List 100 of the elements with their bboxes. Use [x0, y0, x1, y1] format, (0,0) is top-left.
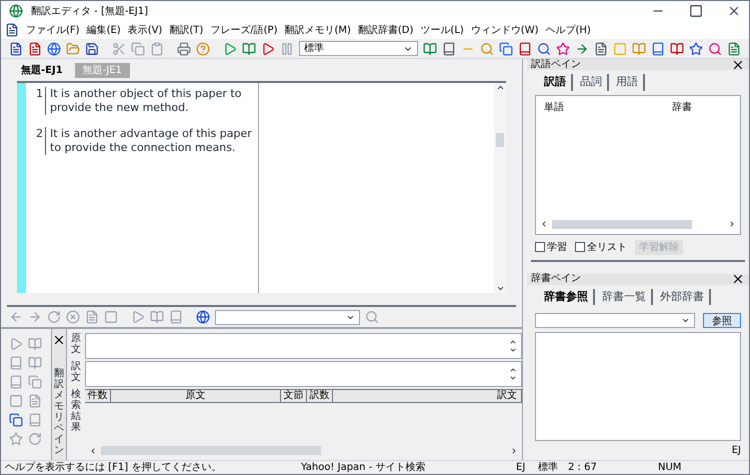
toolbar-icon[interactable] — [499, 42, 513, 56]
field-label: 原文 — [71, 333, 81, 357]
chevron-up-icon[interactable] — [509, 366, 517, 374]
column-header[interactable]: 訳文 — [333, 390, 522, 402]
book-icon[interactable] — [169, 310, 183, 324]
paste-icon[interactable] — [150, 42, 164, 56]
toolbar-icon[interactable] — [689, 42, 703, 56]
chevron-down-icon[interactable] — [509, 374, 517, 382]
app-globe-icon[interactable] — [9, 4, 23, 18]
checkbox[interactable] — [535, 242, 545, 252]
chevron-down-icon[interactable] — [509, 346, 517, 354]
stop-icon[interactable] — [66, 310, 80, 324]
column-header[interactable]: 訳数 — [307, 390, 333, 402]
chevron-right-icon[interactable] — [510, 446, 518, 454]
save-icon[interactable] — [85, 42, 99, 56]
column-header[interactable]: 辞書 — [672, 100, 692, 114]
refresh-icon[interactable] — [47, 310, 61, 324]
toolbar-icon[interactable] — [442, 42, 456, 56]
scrollbar-thumb[interactable] — [496, 133, 504, 147]
toolbar-icon[interactable] — [423, 42, 437, 56]
maximize-icon[interactable] — [689, 4, 703, 18]
menu-item[interactable]: 翻訳(T) — [169, 22, 204, 38]
help-icon[interactable] — [196, 42, 210, 56]
menu-item[interactable]: 表示(V) — [128, 22, 162, 38]
cut-icon[interactable] — [112, 42, 126, 56]
pane-title: 辞書ペイン — [531, 274, 581, 284]
search-icon[interactable] — [365, 310, 379, 324]
pane-tab[interactable]: 品詞 — [575, 74, 609, 90]
lookup-field[interactable] — [535, 313, 695, 328]
forward-icon[interactable] — [28, 310, 42, 324]
toolbar-icon[interactable] — [651, 42, 665, 56]
toolbar-icon[interactable] — [575, 42, 589, 56]
vertical-scrollbar[interactable] — [494, 83, 506, 293]
style-select[interactable]: 標準 — [299, 41, 418, 56]
chevron-down-icon[interactable] — [681, 316, 690, 325]
close-icon[interactable] — [727, 4, 741, 18]
pane-tab[interactable]: 辞書参照 — [539, 288, 595, 305]
checkbox[interactable] — [575, 242, 585, 252]
pane-title: 翻訳メモリペイン — [54, 368, 64, 456]
print-icon[interactable] — [177, 42, 191, 56]
open-icon[interactable] — [66, 42, 80, 56]
book-icon[interactable] — [242, 42, 256, 56]
chevron-left-icon[interactable] — [540, 220, 548, 228]
chevron-down-icon[interactable] — [496, 284, 504, 293]
toolbar-icon[interactable] — [727, 42, 741, 56]
toolbar-icon[interactable] — [708, 42, 722, 56]
pause-icon[interactable] — [280, 42, 294, 56]
toolbar-icon[interactable] — [537, 42, 551, 56]
back-icon[interactable] — [9, 310, 23, 324]
status-help: ヘルプを表示するには [F1] を押してください。 — [4, 462, 222, 474]
close-icon[interactable] — [52, 333, 66, 347]
scrollbar-thumb[interactable] — [552, 220, 692, 228]
url-field[interactable] — [215, 310, 360, 324]
menu-item[interactable]: フレーズ/語(P) — [210, 22, 278, 38]
menu-item[interactable]: 編集(E) — [86, 22, 121, 38]
document-tab[interactable]: 無題-EJ1 — [13, 62, 71, 78]
chevron-right-icon[interactable] — [728, 220, 736, 228]
copy-icon[interactable] — [131, 42, 145, 56]
column-header[interactable]: 原文 — [111, 390, 281, 402]
menu-item[interactable]: ツール(L) — [420, 22, 464, 38]
menu-item[interactable]: ヘルプ(H) — [546, 22, 591, 38]
pane-tab[interactable]: 外部辞書 — [655, 288, 711, 305]
close-icon[interactable] — [731, 272, 745, 286]
column-header[interactable]: 文節 — [281, 390, 307, 402]
scrollbar-thumb[interactable] — [101, 446, 321, 455]
column-header[interactable]: 単語 — [544, 100, 564, 114]
document-icon[interactable] — [5, 23, 19, 37]
toolbar-icon[interactable] — [518, 42, 532, 56]
book-icon[interactable] — [150, 310, 164, 324]
play-icon[interactable] — [223, 42, 237, 56]
menu-item[interactable]: 翻訳メモリ(M) — [284, 22, 351, 38]
source-sentence: It is another advantage of this paper to provide the connection means. — [49, 127, 253, 155]
source-field[interactable] — [85, 333, 522, 359]
menu-item[interactable]: ファイル(F) — [26, 22, 80, 38]
globe-icon[interactable] — [196, 310, 210, 324]
chevron-up-icon[interactable] — [496, 83, 504, 92]
toolbar-icon[interactable] — [594, 42, 608, 56]
globe-icon[interactable] — [47, 42, 61, 56]
toolbar-icon[interactable] — [556, 42, 570, 56]
pane-tab[interactable]: 用語 — [611, 74, 645, 90]
translation-field[interactable] — [85, 361, 522, 387]
menu-item[interactable]: 翻訳辞書(D) — [358, 22, 414, 38]
dictionary-result-area[interactable] — [535, 332, 741, 441]
document-icon[interactable] — [28, 42, 42, 56]
memory-tool-icon[interactable] — [9, 413, 23, 427]
pane-tab[interactable]: 辞書一覧 — [597, 288, 653, 305]
word-list[interactable]: 単語 辞書 — [535, 94, 741, 234]
menu-item[interactable]: ウィンドウ(W) — [470, 22, 538, 38]
play-icon[interactable] — [261, 42, 275, 56]
chevron-left-icon[interactable] — [89, 446, 97, 454]
new-document-icon[interactable] — [9, 42, 23, 56]
chevron-up-icon[interactable] — [509, 338, 517, 346]
pane-tab[interactable]: 訳語 — [539, 74, 573, 90]
window-title: 翻訳エディタ - [無題-EJ1] — [31, 4, 150, 18]
lookup-button[interactable]: 参照 — [703, 313, 741, 328]
play-icon[interactable] — [131, 310, 145, 324]
status-style: 標準 — [538, 462, 559, 474]
field-label: 検索結果 — [71, 389, 81, 435]
column-header[interactable]: 件数 — [85, 390, 111, 402]
toolbar-icon[interactable] — [670, 42, 684, 56]
